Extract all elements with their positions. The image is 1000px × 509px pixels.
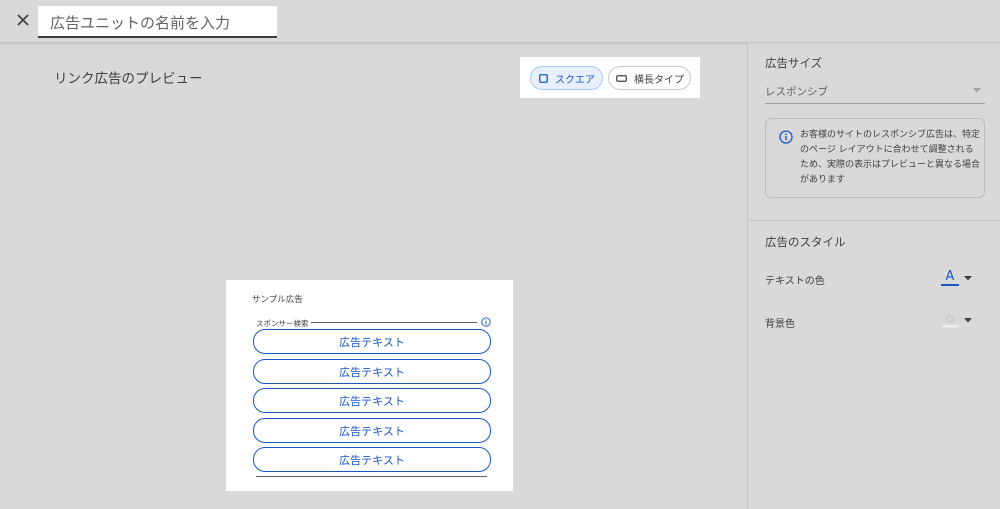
dropdown-arrow-icon — [964, 275, 972, 280]
square-layout-button[interactable]: スクエア — [530, 66, 603, 90]
ad-text-button[interactable]: 広告テキスト — [253, 418, 491, 443]
ad-sponsor-label: スポンサー検索 — [256, 318, 311, 329]
ad-sponsor-divider — [296, 322, 477, 323]
ad-text-button[interactable]: 広告テキスト — [253, 447, 491, 472]
ad-size-value: レスポンシブ — [765, 86, 828, 98]
ad-text-button[interactable]: 広告テキスト — [253, 329, 491, 354]
ad-text-button[interactable]: 広告テキスト — [253, 388, 491, 413]
dropdown-arrow-icon — [973, 88, 981, 93]
section-divider — [748, 220, 1000, 221]
rectangle-icon — [616, 74, 627, 82]
responsive-info-box: お客様のサイトのレスポンシブ広告は、特定のページ レイアウトに合わせて調整される… — [765, 118, 985, 198]
background-color-label: 背景色 — [765, 319, 795, 330]
ad-sponsor-row: スポンサー検索 — [256, 317, 491, 329]
text-color-label: テキストの色 — [765, 276, 825, 287]
square-icon — [539, 73, 548, 83]
ad-bottom-divider — [256, 476, 487, 477]
background-color-picker[interactable] — [941, 309, 975, 331]
settings-panel: 広告サイズ レスポンシブ お客様のサイトのレスポンシブ広告は、特定のページ レイ… — [747, 43, 1000, 509]
info-icon — [779, 130, 793, 144]
wide-layout-label: 横長タイプ — [634, 74, 684, 86]
dropdown-arrow-icon — [964, 317, 972, 322]
close-icon — [17, 14, 29, 26]
text-color-swatch: A — [941, 270, 959, 286]
paint-bucket-icon — [942, 314, 958, 328]
preview-title: リンク広告のプレビュー — [54, 71, 203, 87]
wide-layout-button[interactable]: 横長タイプ — [608, 66, 691, 90]
square-layout-label: スクエア — [555, 74, 595, 86]
ad-sample-label: サンプル広告 — [252, 295, 303, 305]
layout-toggle-group: スクエア 横長タイプ — [520, 57, 700, 98]
ad-size-heading: 広告サイズ — [765, 56, 823, 70]
text-color-picker[interactable]: A — [941, 267, 975, 289]
ad-style-heading: 広告のスタイル — [765, 235, 846, 249]
ad-info-icon[interactable] — [481, 317, 491, 327]
ad-size-select[interactable]: レスポンシブ — [765, 80, 985, 104]
info-box-text: お客様のサイトのレスポンシブ広告は、特定のページ レイアウトに合わせて調整される… — [800, 130, 981, 185]
top-bar — [0, 0, 1000, 43]
ad-preview-card: サンプル広告 スポンサー検索 広告テキスト 広告テキスト 広告テキスト 広告テキ… — [226, 280, 513, 491]
ad-unit-name-input[interactable] — [38, 6, 277, 38]
ad-text-button[interactable]: 広告テキスト — [253, 359, 491, 384]
close-button[interactable] — [12, 9, 34, 31]
